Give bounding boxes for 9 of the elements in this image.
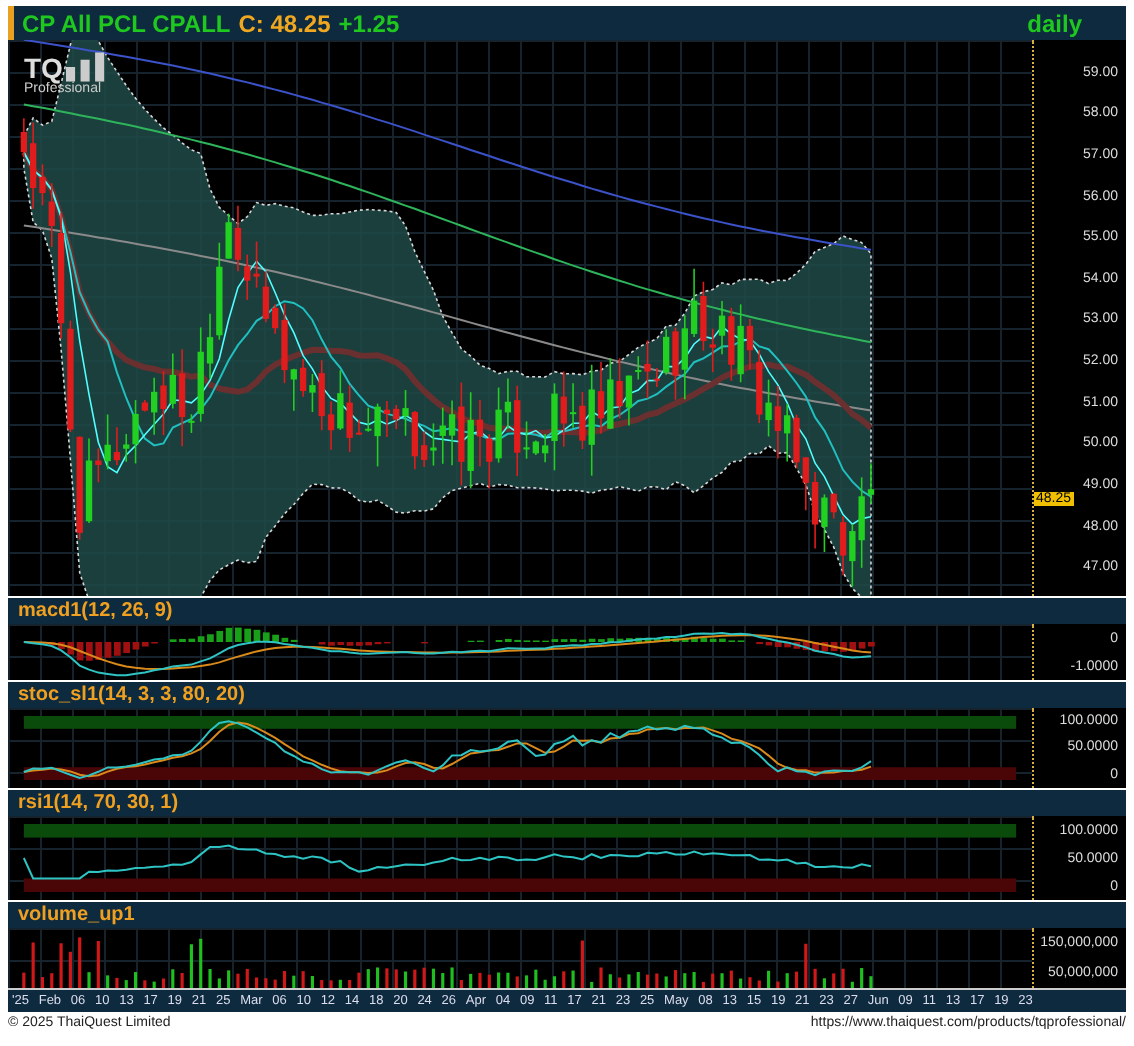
period-label: daily bbox=[1027, 9, 1082, 37]
close-price: C: 48.25 bbox=[238, 9, 331, 37]
indicator-title: rsi1(14, 70, 30, 1) bbox=[18, 792, 179, 814]
indicator-title: stoc_sl1(14, 3, 3, 80, 20) bbox=[18, 684, 245, 706]
logo-mark: TQ bbox=[24, 54, 63, 82]
indicator-title: macd1(12, 26, 9) bbox=[18, 600, 173, 622]
indicator-title: volume_up1 bbox=[18, 904, 135, 926]
price-change: +1.25 bbox=[338, 9, 400, 37]
security-name: CP All PCL CPALL bbox=[22, 9, 231, 37]
